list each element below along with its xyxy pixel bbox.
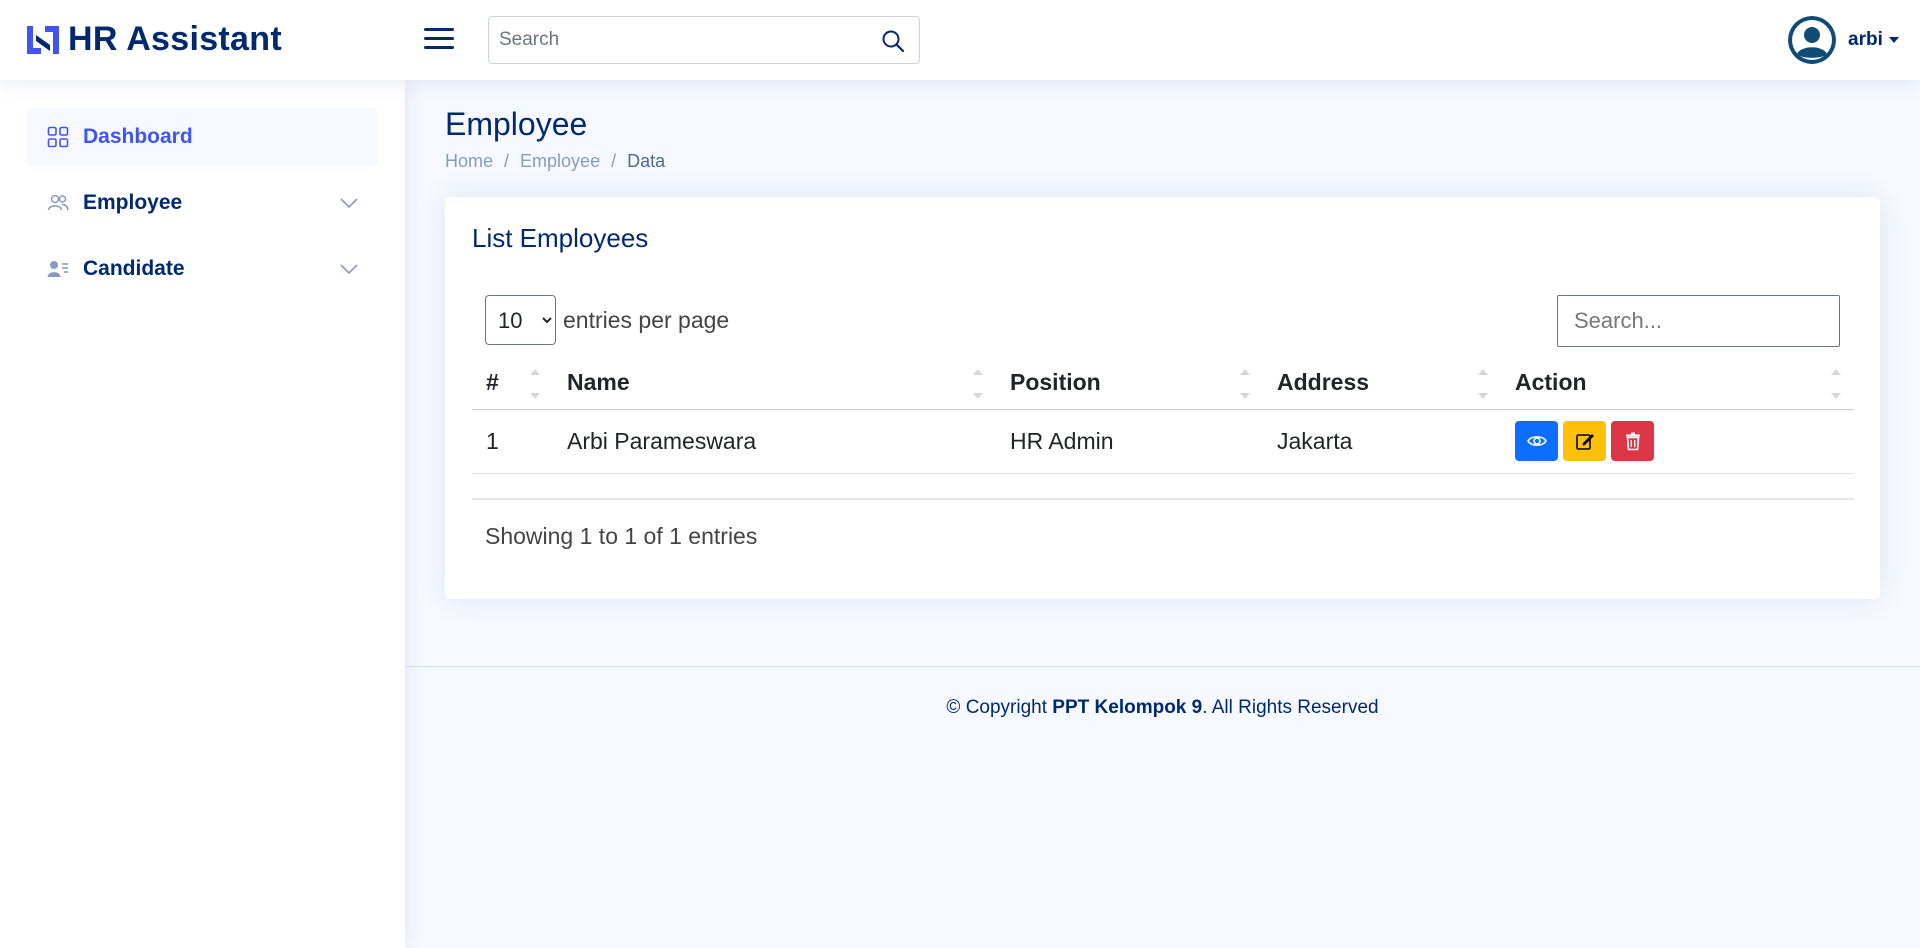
column-header-number[interactable]: # bbox=[472, 357, 553, 410]
header-search-bar bbox=[488, 16, 920, 64]
toggle-sidebar-button[interactable] bbox=[424, 24, 456, 56]
edit-button[interactable] bbox=[1563, 421, 1606, 461]
page-title-block: Employee Home / Employee / Data bbox=[445, 106, 665, 172]
footer: © Copyright PPT Kelompok 9. All Rights R… bbox=[405, 666, 1920, 719]
column-label: # bbox=[486, 369, 499, 396]
top-header: HR Assistant arbi bbox=[0, 0, 1920, 80]
cell-position: HR Admin bbox=[996, 409, 1263, 474]
logo-icon bbox=[27, 25, 59, 54]
view-button[interactable] bbox=[1515, 421, 1558, 461]
sidebar-item-label: Candidate bbox=[83, 257, 185, 280]
profile-dropdown[interactable]: arbi bbox=[1788, 16, 1899, 64]
trash-icon bbox=[1625, 432, 1640, 451]
caret-down-icon bbox=[1888, 37, 1899, 43]
breadcrumb-home[interactable]: Home bbox=[445, 151, 493, 172]
delete-button[interactable] bbox=[1611, 421, 1654, 461]
table-bottom-divider bbox=[472, 498, 1854, 500]
per-page-select[interactable]: 10 bbox=[485, 295, 556, 345]
footer-owner: PPT Kelompok 9 bbox=[1052, 697, 1203, 718]
sidebar-item-label: Dashboard bbox=[83, 125, 193, 148]
cell-name: Arbi Parameswara bbox=[553, 409, 996, 474]
card-title: List Employees bbox=[472, 223, 649, 253]
table-header-row: # Name Position Address Action bbox=[472, 357, 1854, 410]
column-header-address[interactable]: Address bbox=[1263, 357, 1501, 410]
eye-icon bbox=[1526, 436, 1547, 446]
logo[interactable]: HR Assistant bbox=[26, 20, 282, 59]
sidebar: Dashboard Employee Candidate bbox=[0, 80, 405, 948]
person-lines-icon bbox=[47, 261, 68, 277]
chevron-down-icon bbox=[340, 264, 358, 275]
table-row: 1 Arbi Parameswara HR Admin Jakarta bbox=[472, 409, 1854, 474]
page-title: Employee bbox=[445, 106, 588, 142]
sidebar-item-label: Employee bbox=[83, 191, 183, 214]
breadcrumb-current: Data bbox=[627, 151, 666, 171]
grid-icon bbox=[47, 126, 69, 148]
entries-per-page: 10 entries per page bbox=[485, 295, 729, 345]
per-page-label: entries per page bbox=[563, 306, 730, 333]
burger-line bbox=[424, 28, 454, 31]
app-title: HR Assistant bbox=[68, 20, 282, 58]
column-label: Name bbox=[567, 369, 630, 396]
table-search-input[interactable] bbox=[1557, 295, 1840, 347]
footer-copyright-prefix: © Copyright bbox=[946, 697, 1053, 718]
burger-line bbox=[424, 46, 454, 49]
column-header-position[interactable]: Position bbox=[996, 357, 1263, 410]
sort-icon bbox=[1477, 369, 1489, 399]
sort-icon bbox=[1830, 369, 1842, 399]
breadcrumb-separator: / bbox=[611, 151, 617, 171]
breadcrumb: Home / Employee / Data bbox=[445, 151, 665, 172]
burger-line bbox=[424, 37, 454, 40]
employee-list-card: List Employees 10 entries per page # Nam… bbox=[445, 197, 1880, 599]
pencil-square-icon bbox=[1575, 434, 1594, 450]
row-actions bbox=[1515, 421, 1840, 461]
column-header-name[interactable]: Name bbox=[553, 357, 996, 410]
sidebar-item-candidate[interactable]: Candidate bbox=[27, 240, 378, 298]
breadcrumb-separator: / bbox=[504, 151, 510, 171]
employee-table: # Name Position Address Action 1 Arbi Pa… bbox=[472, 357, 1854, 474]
cell-number: 1 bbox=[472, 409, 553, 474]
cell-address: Jakarta bbox=[1263, 409, 1501, 474]
sidebar-item-employee[interactable]: Employee bbox=[27, 174, 378, 232]
user-avatar-icon bbox=[1788, 16, 1836, 64]
cell-actions bbox=[1501, 409, 1854, 474]
column-label: Address bbox=[1277, 369, 1370, 396]
search-icon[interactable] bbox=[881, 29, 905, 53]
user-name: arbi bbox=[1848, 29, 1883, 50]
column-header-action[interactable]: Action bbox=[1501, 357, 1854, 410]
column-label: Position bbox=[1010, 369, 1101, 396]
sidebar-item-dashboard[interactable]: Dashboard bbox=[27, 108, 378, 166]
header-search-input[interactable] bbox=[499, 25, 859, 55]
people-icon bbox=[47, 194, 69, 211]
table-info: Showing 1 to 1 of 1 entries bbox=[485, 523, 758, 549]
column-label: Action bbox=[1515, 369, 1587, 396]
footer-suffix: . All Rights Reserved bbox=[1202, 697, 1379, 718]
chevron-down-icon bbox=[340, 198, 358, 209]
sort-icon bbox=[1239, 369, 1251, 399]
sort-icon bbox=[529, 369, 541, 399]
avatar bbox=[1788, 16, 1836, 64]
sort-icon bbox=[972, 369, 984, 399]
breadcrumb-employee[interactable]: Employee bbox=[520, 151, 600, 172]
